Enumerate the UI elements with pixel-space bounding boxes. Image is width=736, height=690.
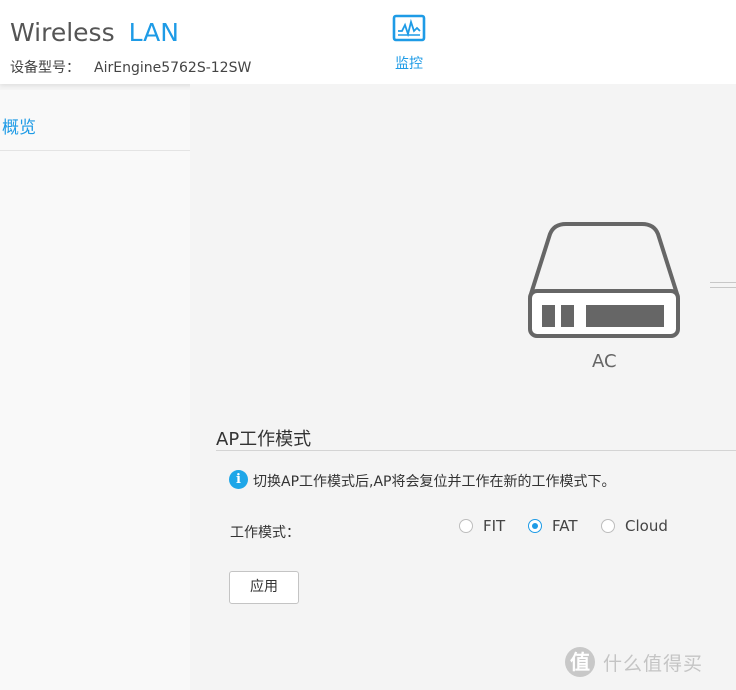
ap-mode-title: AP工作模式 [216,429,312,450]
device-model-value: AirEngine5762S-12SW [94,60,252,76]
info-icon: i [229,470,248,489]
brand-lan: LAN [128,18,179,47]
work-mode-label: 工作模式： [230,525,300,541]
radio-fit-circle[interactable] [459,519,473,533]
tab-monitor[interactable]: 监控 [383,14,435,73]
monitor-icon [392,14,426,42]
brand-wireless: Wireless [10,18,115,47]
sidebar-item-label: 概览 [2,118,36,138]
sidebar: 概览 [0,90,190,690]
section-divider [216,450,736,451]
radio-fat-circle[interactable] [528,519,542,533]
radio-fat-label: FAT [552,517,578,535]
main-content: AC AP工作模式 i 切换AP工作模式后,AP将会复位并工作在新的工作模式下。… [190,84,736,690]
info-message: 切换AP工作模式后,AP将会复位并工作在新的工作模式下。 [253,474,616,490]
device-model: 设备型号： AirEngine5762S-12SW [10,57,251,77]
ac-device-label: AC [592,351,617,372]
top-header: Wireless LAN 设备型号： AirEngine5762S-12SW 监控 [0,0,736,84]
watermark-logo: 值 [565,647,595,677]
topology-link-line [710,282,736,288]
apply-button[interactable]: 应用 [229,571,299,604]
brand-logo: Wireless LAN [10,16,179,50]
device-model-label: 设备型号： [10,60,80,76]
watermark-text: 什么值得买 [603,653,704,675]
sidebar-item-overview[interactable]: 概览 [0,98,190,151]
ac-device-icon[interactable] [527,219,681,343]
radio-cloud-label: Cloud [625,517,668,535]
tab-monitor-label: 监控 [395,56,423,72]
radio-cloud-circle[interactable] [601,519,615,533]
radio-fit-label: FIT [483,517,506,535]
